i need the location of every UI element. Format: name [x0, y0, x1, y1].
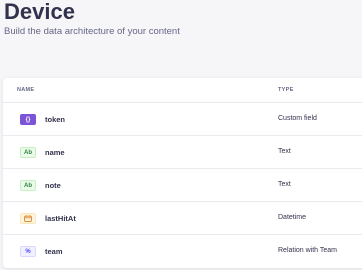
field-type: Relation with Team — [278, 247, 338, 254]
text-icon: Ab — [20, 147, 36, 158]
relation-icon: % — [20, 246, 36, 257]
field-name: note — [45, 181, 61, 190]
page-header: Device Build the data architecture of yo… — [4, 0, 180, 38]
field-name: team — [45, 247, 63, 256]
fields-table: NAME TYPE {} token Custom field Ab name … — [3, 78, 362, 268]
field-type: Datetime — [278, 214, 307, 221]
page-subtitle: Build the data architecture of your cont… — [4, 26, 180, 37]
table-header: NAME TYPE — [3, 78, 362, 103]
custom-field-icon: {} — [20, 114, 36, 125]
table-row[interactable]: {} token Custom field — [3, 103, 362, 136]
table-row[interactable]: Ab note Text — [3, 169, 362, 202]
table-row[interactable]: % team Relation with Team — [3, 235, 362, 267]
table-row[interactable]: lastHitAt Datetime — [3, 202, 362, 235]
column-header-type: TYPE — [278, 87, 294, 93]
field-type: Text — [278, 148, 291, 155]
field-type: Custom field — [278, 115, 317, 122]
field-name: token — [45, 115, 66, 124]
calendar-icon — [20, 213, 36, 224]
page-title: Device — [4, 0, 75, 24]
field-type: Text — [278, 181, 291, 188]
calendar-glyph — [24, 215, 32, 222]
field-name: name — [45, 148, 65, 157]
field-name: lastHitAt — [45, 214, 76, 223]
column-header-name: NAME — [17, 87, 35, 93]
table-row[interactable]: Ab name Text — [3, 136, 362, 169]
text-icon: Ab — [20, 180, 36, 191]
